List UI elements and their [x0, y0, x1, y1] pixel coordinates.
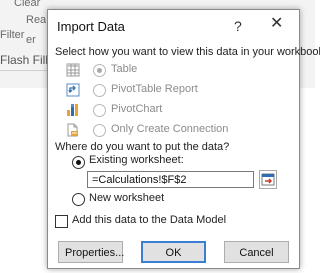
table-radio[interactable] [93, 64, 106, 77]
new-worksheet-label: New worksheet [89, 192, 165, 204]
new-worksheet-radio[interactable] [72, 193, 85, 206]
existing-worksheet-label: Existing worksheet: [89, 154, 184, 166]
pivottable-radio[interactable] [93, 84, 106, 97]
data-model-label: Add this data to the Data Model [72, 214, 227, 226]
ribbon-reapply-label[interactable]: Rea [26, 14, 46, 26]
existing-worksheet-radio[interactable] [72, 156, 85, 169]
location-prompt: Where do you want to put the data? [55, 141, 230, 153]
connection-radio[interactable] [93, 124, 106, 137]
ribbon-filter-label[interactable]: Flash Fill [0, 53, 48, 67]
ribbon-advanced-label[interactable]: er [26, 34, 36, 46]
properties-button[interactable]: Properties... [58, 241, 124, 263]
ribbon-divider [0, 70, 50, 71]
pivotchart-icon [67, 104, 78, 116]
collapse-dialog-icon [261, 173, 275, 186]
pivottable-icon [66, 83, 80, 97]
table-icon [66, 63, 80, 77]
ok-button[interactable]: OK [141, 241, 206, 263]
pivotchart-option-label: PivotChart [111, 103, 163, 115]
range-selector-button[interactable] [259, 170, 277, 189]
connection-option-label: Only Create Connection [111, 123, 229, 135]
pivottable-option-label: PivotTable Report [111, 83, 198, 95]
ribbon-filter-fragment: Filter [0, 29, 25, 41]
view-prompt: Select how you want to view this data in… [55, 46, 320, 58]
ribbon-clear-label[interactable]: Clear [14, 0, 40, 9]
dialog-title: Import Data [57, 19, 125, 34]
data-model-checkbox[interactable] [55, 215, 68, 228]
worksheet-reference-input[interactable] [87, 171, 254, 188]
close-icon[interactable]: ✕ [270, 16, 283, 32]
table-option-label: Table [111, 63, 138, 75]
dialog-title-bar[interactable]: Import Data ? ✕ [48, 10, 299, 40]
cancel-button[interactable]: Cancel [224, 241, 289, 263]
import-data-dialog: Import Data ? ✕ Select how you want to v… [47, 9, 320, 269]
pivotchart-radio[interactable] [93, 104, 106, 117]
help-icon[interactable]: ? [234, 18, 242, 34]
connection-icon [67, 123, 78, 137]
